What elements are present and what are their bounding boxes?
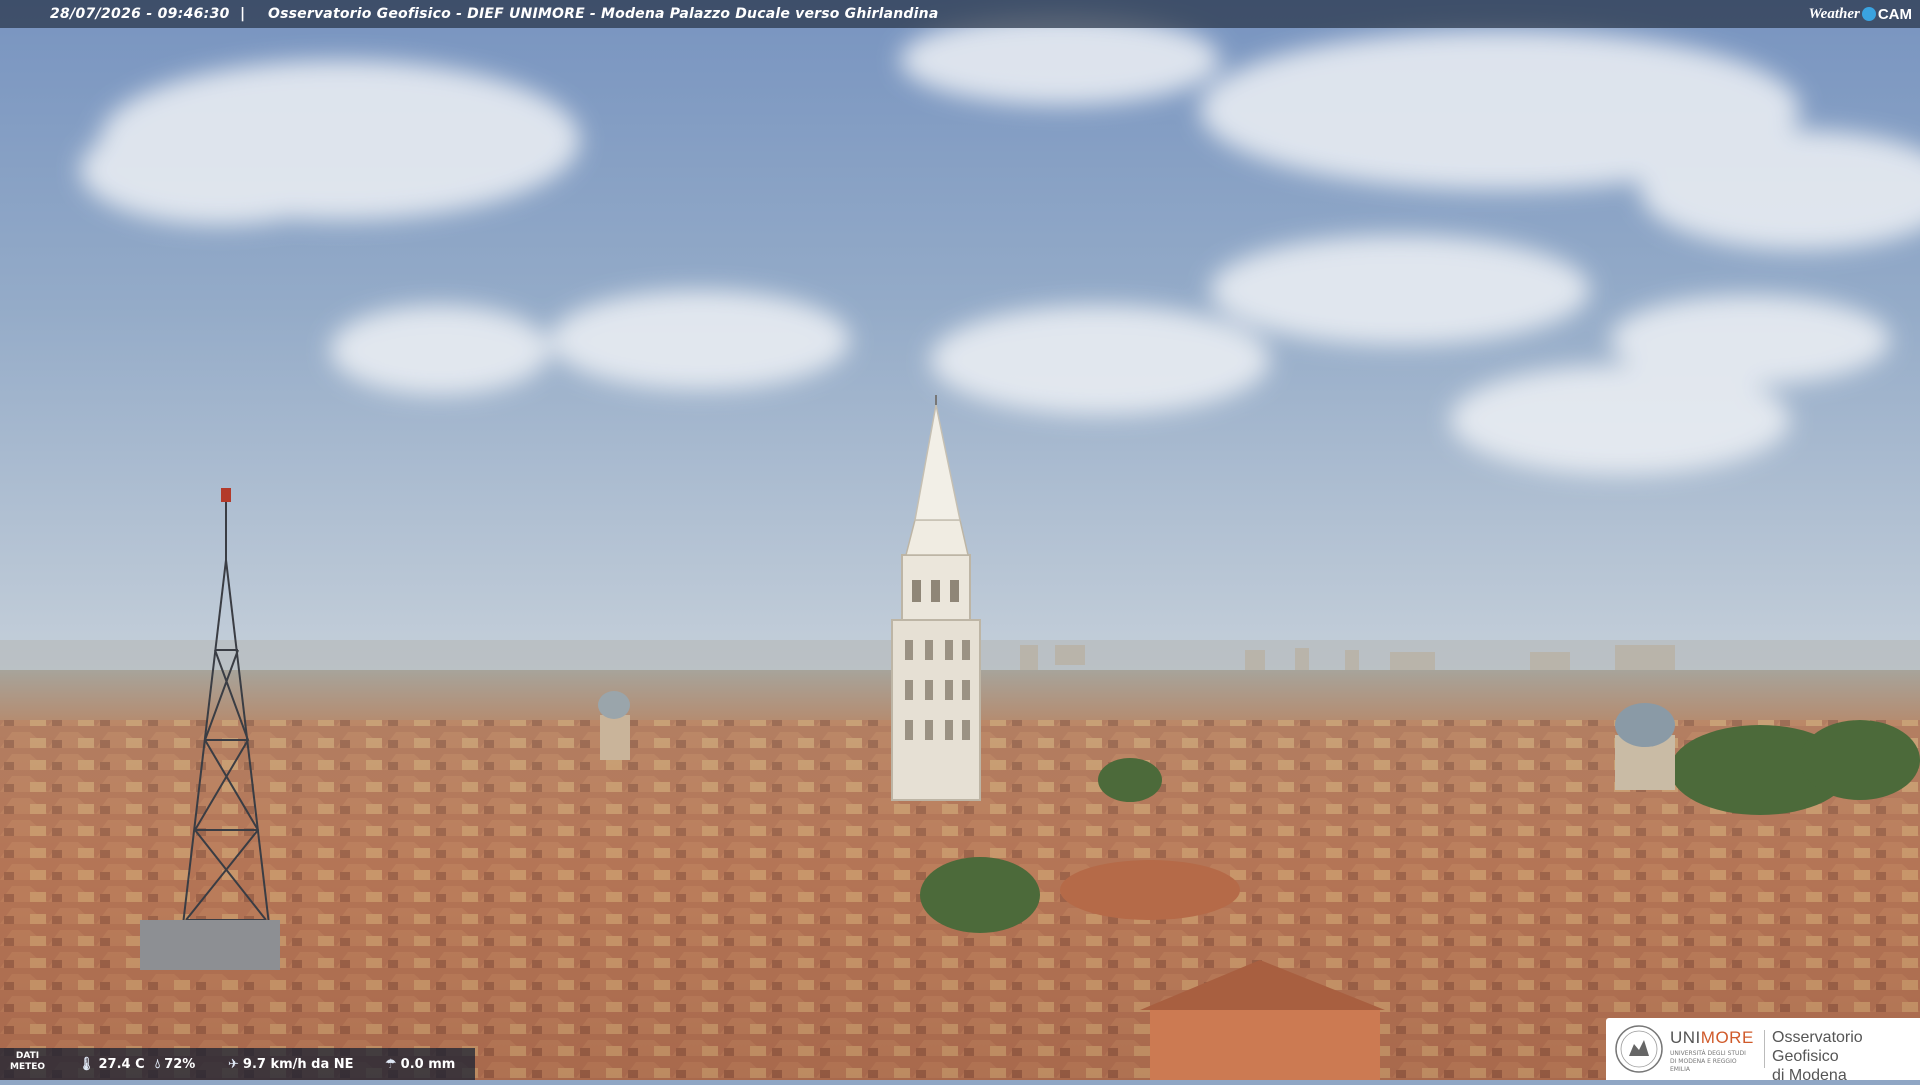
unimore-logo-panel: UNIMORE UNIVERSITÀ DEGLI STUDI DI MODENA… bbox=[1606, 1018, 1920, 1084]
meteo-data-bar: DATI METEO 🌡︎ 27.4 C 💧︎ 72% ✈︎ 9.7 km/h … bbox=[0, 1048, 475, 1080]
separator: | bbox=[240, 6, 246, 22]
camera-title: Osservatorio Geofisico - DIEF UNIMORE - … bbox=[268, 6, 939, 22]
rain-reading: ☂︎ 0.0 mm bbox=[385, 1057, 456, 1072]
logo-divider bbox=[1764, 1030, 1765, 1068]
rain-icon: ☂︎ bbox=[385, 1057, 397, 1072]
unimore-subtitle: UNIVERSITÀ DEGLI STUDI DI MODENA E REGGI… bbox=[1670, 1050, 1746, 1073]
weathercam-logo: Weather CAM bbox=[1808, 4, 1912, 24]
thermometer-icon: 🌡︎ bbox=[78, 1057, 95, 1072]
unimore-seal-icon bbox=[1615, 1025, 1663, 1073]
meteo-label: DATI METEO bbox=[10, 1051, 46, 1072]
humidity-reading: 💧︎ 72% bbox=[155, 1057, 196, 1072]
unimore-wordmark: UNIMORE bbox=[1670, 1028, 1754, 1047]
humidity-drop-icon: 💧︎ bbox=[155, 1057, 161, 1072]
webcam-info-bar: 28/07/2026 - 09:46:30 | Osservatorio Geo… bbox=[0, 0, 1920, 28]
weathercam-logo-cam: CAM bbox=[1877, 5, 1912, 23]
mast-base-building bbox=[140, 920, 280, 970]
weathercam-logo-text: Weather bbox=[1808, 5, 1860, 22]
webcam-scene bbox=[0, 0, 1920, 1080]
observatory-name: Osservatorio Geofisico di Modena bbox=[1772, 1029, 1863, 1084]
wind-icon: ✈︎ bbox=[228, 1057, 239, 1072]
temperature-reading: 🌡︎ 27.4 C bbox=[78, 1057, 145, 1072]
timestamp: 28/07/2026 - 09:46:30 bbox=[50, 6, 230, 22]
weathercam-dot-icon bbox=[1861, 7, 1876, 21]
wind-reading: ✈︎ 9.7 km/h da NE bbox=[228, 1057, 354, 1072]
